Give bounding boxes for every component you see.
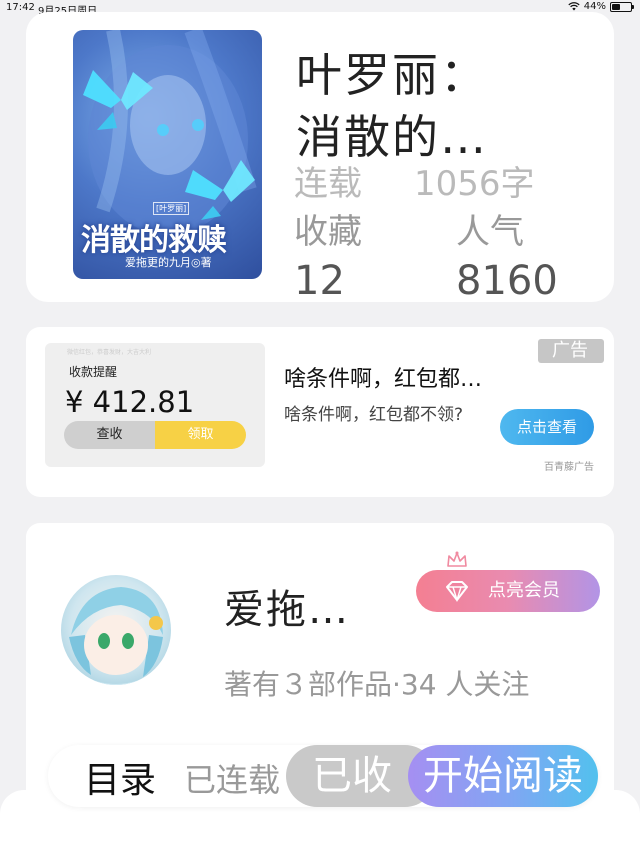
status-right: 44% (568, 1, 634, 12)
avatar-art (69, 587, 163, 685)
battery-level (612, 3, 620, 10)
favorites-label: 收藏 (294, 212, 362, 252)
ad-view-button[interactable]: 点击查看 (500, 409, 594, 445)
wifi-icon (568, 2, 580, 11)
author-meta: 著有３部作品·34 人关注 (224, 668, 530, 701)
ad-corner-label[interactable]: 广告 (538, 339, 604, 363)
book-cover[interactable]: [叶罗丽] 消散的救赎 爱拖更的九月◎著 (73, 30, 262, 279)
ad-check-label: 查收 (64, 421, 155, 449)
author-name[interactable]: 爱拖… (224, 577, 350, 635)
book-info-card: [叶罗丽] 消散的救赎 爱拖更的九月◎著 叶罗丽：消散的… 连载 1056字 收… (26, 12, 614, 304)
ad-amount: ¥ 412.81 (65, 385, 195, 419)
cover-title: 消散的救赎 (81, 223, 227, 258)
cover-author: 爱拖更的九月◎著 (125, 256, 212, 269)
popularity-label: 人气 (456, 212, 524, 252)
ad-pill: 查收 领取 (64, 421, 246, 449)
vip-button[interactable]: 点亮会员 (416, 570, 600, 612)
ad-image[interactable]: 微信红包，恭喜发财，大吉大利 收款提醒 ¥ 412.81 查收 领取 (45, 343, 265, 467)
crown-icon (447, 551, 467, 567)
status-time: 17:42 (6, 2, 35, 13)
ad-corner-text: 广告 (552, 340, 588, 361)
ad-micro-text: 微信红包，恭喜发财，大吉大利 (67, 349, 152, 356)
battery-percent: 44% (583, 1, 606, 12)
diamond-icon (446, 581, 468, 602)
ad-description: 啥条件啊，红包都不领? (284, 405, 464, 425)
book-word-count: 1056字 (414, 164, 535, 204)
serial-status: 已连载 (184, 761, 281, 799)
toc-button[interactable]: 目录 (84, 751, 156, 803)
vip-button-label: 点亮会员 (488, 580, 560, 601)
favorites-value: 12 (294, 258, 345, 304)
ad-card[interactable]: 微信红包，恭喜发财，大吉大利 收款提醒 ¥ 412.81 查收 领取 啥条件啊，… (26, 327, 614, 497)
book-status: 连载 (294, 164, 362, 204)
ad-claim-label: 领取 (155, 421, 246, 449)
ad-title[interactable]: 啥条件啊，红包都… (284, 361, 482, 393)
popularity-value: 8160 (456, 258, 558, 304)
bottom-action-bar: 目录 已连载 已收 开始阅读 (48, 745, 598, 807)
battery-icon (610, 1, 634, 12)
cover-tag: [叶罗丽] (153, 202, 190, 215)
ad-remind-text: 收款提醒 (69, 365, 118, 379)
start-reading-button[interactable]: 开始阅读 (408, 745, 598, 807)
ad-source: 百青藤广告 (544, 462, 594, 473)
book-title: 叶罗丽：消散的… (296, 48, 488, 164)
author-avatar[interactable] (61, 575, 171, 685)
